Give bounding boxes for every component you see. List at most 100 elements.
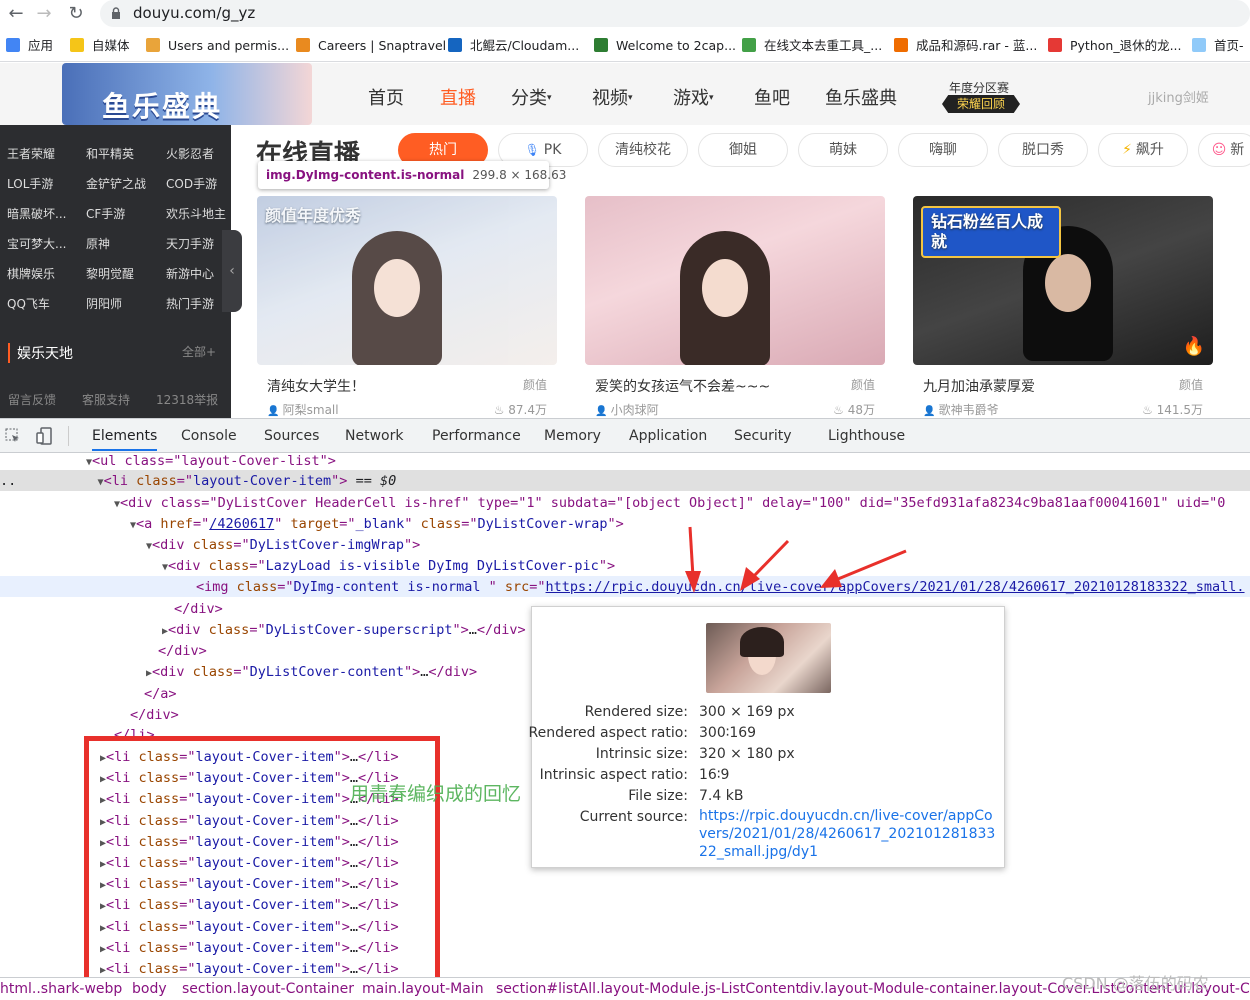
url-text[interactable]: douyu.com/g_yz [133,4,255,22]
sidebar-game-link[interactable]: 欢乐斗地主 [166,205,226,222]
bookmark-item[interactable]: 应用 [6,37,53,55]
nav-video[interactable]: 视频▾ [592,84,633,110]
live-card-title[interactable]: 爱笑的女孩运气不会差~~~ [595,376,770,396]
breadcrumb-item[interactable]: main.layout-Main [362,981,484,997]
devtools-tab-memory[interactable]: Memory [544,428,601,444]
dom-div-cover[interactable]: ▼<div class="DyListCover HeaderCell is-h… [114,493,1225,515]
live-card-title[interactable]: 九月加油承蒙厚爱 [923,376,1035,396]
sidebar-section-all-link[interactable]: 全部+ [182,343,216,360]
lock-icon[interactable] [111,7,121,19]
live-card-cover[interactable]: 钻石粉丝百人成就 🔥 [913,196,1213,365]
breadcrumb-item[interactable]: html..shark-webp [0,981,122,997]
sidebar-game-link[interactable]: 黎明觉醒 [86,265,134,282]
devtools-tab-security[interactable]: Security [734,428,792,444]
tag-filter-7[interactable]: ⚡ 飙升 [1098,133,1188,167]
sidebar-game-link[interactable]: 暗黑破坏... [7,205,66,222]
rank-review-badge[interactable]: 年度分区赛 荣耀回顾 [940,79,1022,113]
sidebar-game-link[interactable]: 热门手游 [166,295,214,312]
footer-feedback-link[interactable]: 留言反馈 [8,391,56,408]
tag-filter-6[interactable]: 脱口秀 [998,133,1088,167]
devtools-tab-network[interactable]: Network [345,428,403,444]
sidebar-game-link[interactable]: 金铲铲之战 [86,175,146,192]
live-card-anchor[interactable]: 👤 歌神韦爵爷 [923,401,999,418]
tag-filter-5[interactable]: 嗨聊 [898,133,988,167]
sidebar-game-link[interactable]: 火影忍者 [166,145,214,162]
image-current-source-link[interactable]: https://rpic.douyucdn.cn/live-cover/appC… [699,807,999,861]
logo-text: 鱼乐盛典 [102,90,223,123]
bookmark-item[interactable]: Careers | Snaptravel [296,37,446,55]
devtools-tab-sources[interactable]: Sources [264,428,319,444]
live-card-category[interactable]: 颜值 [1179,376,1203,393]
bookmark-item[interactable]: Users and permis... [146,37,289,55]
dom-superscript[interactable]: ▶<div class="DyListCover-superscript">…<… [162,620,526,642]
reload-icon[interactable]: ↻ [64,2,88,26]
dom-li-selected[interactable]: .. ▼<li class="layout-Cover-item"> == $0 [0,471,396,493]
sidebar-section-title[interactable]: 娱乐天地 [8,343,73,363]
bookmark-item[interactable]: Python_退休的龙... [1048,37,1182,55]
breadcrumb-item[interactable]: section#listAll.layout-Module.js-ListCon… [496,981,801,997]
nav-home[interactable]: 首页 [368,84,404,110]
breadcrumb-item[interactable]: body [132,981,167,997]
forward-arrow-icon[interactable]: → [32,2,56,26]
user-name[interactable]: jjking剑姬 [1148,87,1209,106]
site-logo-banner[interactable]: 鱼乐盛典 [62,63,312,125]
sidebar-collapse-chevron-icon[interactable]: ‹ [222,230,242,312]
dom-content[interactable]: ▶<div class="DyListCover-content">…</div… [146,662,477,684]
live-card-category[interactable]: 颜值 [523,376,547,393]
sidebar-game-link[interactable]: 新游中心 [166,265,214,282]
nav-category[interactable]: 分类▾ [511,84,552,110]
sidebar-game-link[interactable]: 宝可梦大... [7,235,66,252]
bookmark-item[interactable]: 首页- [1192,37,1244,55]
devtools-tab-console[interactable]: Console [181,428,237,444]
sidebar-game-link[interactable]: 原神 [86,235,110,252]
devtools-tab-application[interactable]: Application [629,428,707,444]
dom-a-href-link[interactable]: /4260617 [209,516,274,532]
live-card-anchor[interactable]: 👤 阿梨small [267,401,339,418]
live-card-anchor[interactable]: 👤 小肉球阿 [595,401,659,418]
live-card-cover[interactable]: 颜值年度优秀 [257,196,557,365]
sidebar-game-link[interactable]: COD手游 [166,175,217,192]
footer-support-link[interactable]: 客服支持 [82,391,130,408]
sidebar-game-link[interactable]: QQ飞车 [7,295,50,312]
dom-imgwrap[interactable]: ▼<div class="DyListCover-imgWrap"> [146,535,420,557]
tag-filter-2[interactable]: 清纯校花 [598,133,688,167]
inspect-cursor-icon[interactable] [5,428,21,444]
dom-a-wrap[interactable]: ▼<a href="/4260617" target="_blank" clas… [130,514,624,536]
devtools-tab-performance[interactable]: Performance [432,428,521,444]
breadcrumb-item[interactable]: section.layout-Container [182,981,354,997]
tag-filter-3[interactable]: 御姐 [698,133,788,167]
device-toggle-icon[interactable] [36,427,54,445]
sidebar-game-link[interactable]: 阴阳师 [86,295,122,312]
nav-fishbar[interactable]: 鱼吧 [754,84,790,110]
nav-game[interactable]: 游戏▾ [673,84,714,110]
live-card[interactable]: 爱笑的女孩运气不会差~~~ 颜值 👤 小肉球阿 ♨ 48万 [585,196,885,418]
bookmark-item[interactable]: 北鲲云/Cloudam... [448,37,579,55]
tag-filter-8[interactable]: ☺ 新 [1198,133,1250,167]
back-arrow-icon[interactable]: ← [4,2,28,26]
bookmark-item[interactable]: 成品和源码.rar - 蓝... [894,37,1037,55]
nav-festival[interactable]: 鱼乐盛典 [825,84,897,110]
nav-category-label: 分类 [511,88,547,109]
live-card[interactable]: 颜值年度优秀 清纯女大学生！ 颜值 👤 阿梨small ♨ 87.4万 [257,196,557,418]
devtools-tab-lighthouse[interactable]: Lighthouse [828,428,905,444]
footer-report-link[interactable]: 12318举报 [156,391,218,408]
dom-ul-line[interactable]: ▼<ul class="layout-Cover-list"> [86,451,336,473]
sidebar-game-link[interactable]: LOL手游 [7,175,53,192]
sidebar-game-link[interactable]: 棋牌娱乐 [7,265,55,282]
bookmark-item[interactable]: 在线文本去重工具_... [742,37,882,55]
live-card-category[interactable]: 颜值 [851,376,875,393]
dom-lazyload[interactable]: ▼<div class="LazyLoad is-visible DyImg D… [162,556,615,578]
sidebar-game-link[interactable]: CF手游 [86,205,125,222]
bookmark-item[interactable]: 自媒体 [70,37,130,55]
url-field[interactable] [100,0,1250,27]
devtools-tab-elements[interactable]: Elements [92,428,158,451]
sidebar-game-link[interactable]: 和平精英 [86,145,134,162]
live-card-cover[interactable] [585,196,885,365]
sidebar-game-link[interactable]: 王者荣耀 [7,145,55,162]
bookmark-item[interactable]: Welcome to 2cap... [594,37,736,55]
sidebar-game-link[interactable]: 天刀手游 [166,235,214,252]
live-card-title[interactable]: 清纯女大学生！ [267,376,365,396]
tag-filter-4[interactable]: 萌妹 [798,133,888,167]
live-card[interactable]: 钻石粉丝百人成就 🔥 九月加油承蒙厚爱 颜值 👤 歌神韦爵爷 ♨ 141.5万 [913,196,1213,418]
nav-live[interactable]: 直播 [440,84,476,110]
